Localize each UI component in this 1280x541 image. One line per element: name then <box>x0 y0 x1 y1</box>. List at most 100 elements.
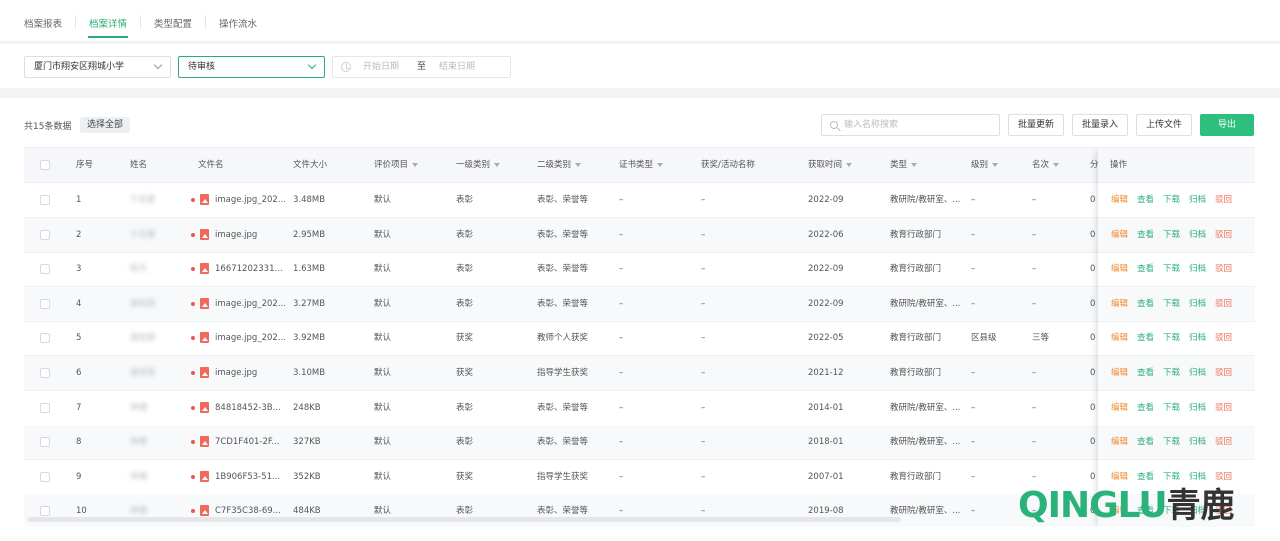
header-rank[interactable]: 名次 <box>1032 148 1060 183</box>
filter-caret-icon <box>846 162 853 167</box>
batch-update-button[interactable]: 批量更新 <box>1008 114 1064 136</box>
row-score: 0 <box>1090 195 1096 205</box>
row-filename[interactable]: 1B906F53-51... <box>215 460 285 494</box>
tab-type-config[interactable]: 类型配置 <box>154 16 192 30</box>
batch-entry-button[interactable]: 批量录入 <box>1072 114 1128 136</box>
row-category1: 获奖 <box>456 333 474 344</box>
row-filename[interactable]: C7F35C38-69... <box>215 494 285 527</box>
date-start-input[interactable]: 开始日期 <box>363 57 399 77</box>
header-cert-type[interactable]: 证书类型 <box>619 148 664 183</box>
row-cert-type: – <box>619 471 624 482</box>
row-rank: 三等 <box>1032 333 1050 344</box>
row-checkbox[interactable] <box>40 402 50 413</box>
row-cert-type: – <box>619 333 624 344</box>
tab-archive-report[interactable]: 档案报表 <box>24 16 62 30</box>
row-filesize: 248KB <box>293 402 321 413</box>
header-cert-type-label: 证书类型 <box>619 160 654 170</box>
row-index: 6 <box>76 368 82 378</box>
header-category2[interactable]: 二级类别 <box>537 148 582 183</box>
row-checkbox[interactable] <box>40 471 50 482</box>
row-type: 教研院/教研室、... <box>890 195 961 205</box>
tab-archive-detail[interactable]: 档案详情 <box>89 16 127 30</box>
header-score: 分 <box>1090 160 1098 170</box>
school-select[interactable]: 厦门市翔安区翔城小学 <box>24 56 171 78</box>
row-checkbox[interactable] <box>40 506 50 517</box>
date-range-picker[interactable]: 开始日期 至 结束日期 <box>332 56 511 78</box>
row-score: 0 <box>1090 264 1096 275</box>
logo-latin: QINGLU <box>1018 485 1168 526</box>
status-select[interactable]: 待审核 <box>178 56 325 78</box>
filter-caret-icon <box>494 162 501 167</box>
tab-divider <box>140 15 141 29</box>
row-index: 10 <box>76 506 87 517</box>
row-filename[interactable]: 84818452-3B... <box>215 391 285 425</box>
header-category1[interactable]: 一级类别 <box>456 148 501 183</box>
row-checkbox[interactable] <box>40 368 50 378</box>
export-button[interactable]: 导出 <box>1200 114 1254 136</box>
row-type: 教研院/教研室、... <box>890 506 961 517</box>
row-filename[interactable]: image.jpg_202... <box>215 321 285 355</box>
tab-operation-log[interactable]: 操作流水 <box>219 16 257 30</box>
status-dot-icon <box>191 371 195 375</box>
row-type: 教研院/教研室、... <box>890 298 961 309</box>
select-all-checkbox[interactable] <box>40 160 50 170</box>
row-index: 4 <box>76 298 82 309</box>
row-award-name: – <box>701 471 706 482</box>
row-category1: 获奖 <box>456 368 474 378</box>
row-rank: – <box>1032 402 1037 413</box>
row-award-name: – <box>701 264 706 275</box>
upload-file-button[interactable]: 上传文件 <box>1136 114 1192 136</box>
row-filename[interactable]: image.jpg_202... <box>215 287 285 321</box>
row-checkbox[interactable] <box>40 333 50 344</box>
row-checkbox[interactable] <box>40 437 50 448</box>
row-filesize: 484KB <box>293 506 321 517</box>
row-checkbox[interactable] <box>40 298 50 309</box>
filter-caret-icon <box>992 162 999 167</box>
image-file-icon <box>200 263 209 275</box>
row-level: 区县级 <box>971 333 997 344</box>
row-level: – <box>971 506 976 517</box>
row-score: 0 <box>1090 333 1096 344</box>
search-input[interactable]: 输入名称搜索 <box>821 114 1000 136</box>
row-filesize: 352KB <box>293 471 321 482</box>
date-end-input[interactable]: 结束日期 <box>439 57 475 77</box>
row-filename[interactable]: 7CD1F401-2F... <box>215 425 285 459</box>
image-file-icon <box>200 332 209 344</box>
row-type: 教育行政部门 <box>890 229 942 240</box>
table-row: 1 于吉蒙 image.jpg_202... 3.48MB 默认 表彰 表彰、荣誉等 – – 20… <box>24 183 1255 218</box>
row-award-name: – <box>701 195 706 205</box>
row-level: – <box>971 368 976 378</box>
filter-caret-icon <box>911 162 918 167</box>
row-checkbox[interactable] <box>40 229 50 240</box>
row-type: 教育行政部门 <box>890 333 942 344</box>
header-type[interactable]: 类型 <box>890 148 918 183</box>
row-name: 林珊 <box>130 471 148 482</box>
header-level[interactable]: 级别 <box>971 148 999 183</box>
header-category2-label: 二级类别 <box>537 160 572 170</box>
row-eval-item: 默认 <box>374 368 392 378</box>
horizontal-scrollbar[interactable] <box>28 517 901 522</box>
row-filename[interactable]: image.jpg <box>215 356 285 390</box>
logo-cn: 青鹿 <box>1166 486 1235 526</box>
header-eval-item[interactable]: 评价项目 <box>374 148 419 183</box>
row-category2: 表彰、荣誉等 <box>537 506 589 517</box>
header-obtain-time[interactable]: 获取时间 <box>808 148 853 183</box>
row-index: 2 <box>76 229 82 240</box>
row-name: 于吉蒙 <box>130 195 156 205</box>
row-rank: – <box>1032 437 1037 448</box>
row-eval-item: 默认 <box>374 298 392 309</box>
row-level: – <box>971 402 976 413</box>
top-nav: 档案报表 档案详情 类型配置 操作流水 <box>0 0 1280 42</box>
row-cert-type: – <box>619 298 624 309</box>
row-checkbox[interactable] <box>40 195 50 205</box>
row-category2: 表彰、荣誉等 <box>537 195 589 205</box>
table-row: 6 謝冠慧 image.jpg 3.10MB 默认 获奖 指导学生获奖 – – 2021-12 教育… <box>24 356 1255 391</box>
row-filename[interactable]: image.jpg_202... <box>215 183 285 217</box>
row-filename[interactable]: 16671202331... <box>215 252 285 286</box>
row-rank: – <box>1032 195 1037 205</box>
row-category2: 指导学生获奖 <box>537 368 589 378</box>
select-all-button[interactable]: 选择全部 <box>80 117 131 133</box>
row-filename[interactable]: image.jpg <box>215 218 285 252</box>
row-category2: 表彰、荣誉等 <box>537 437 589 448</box>
row-checkbox[interactable] <box>40 264 50 275</box>
